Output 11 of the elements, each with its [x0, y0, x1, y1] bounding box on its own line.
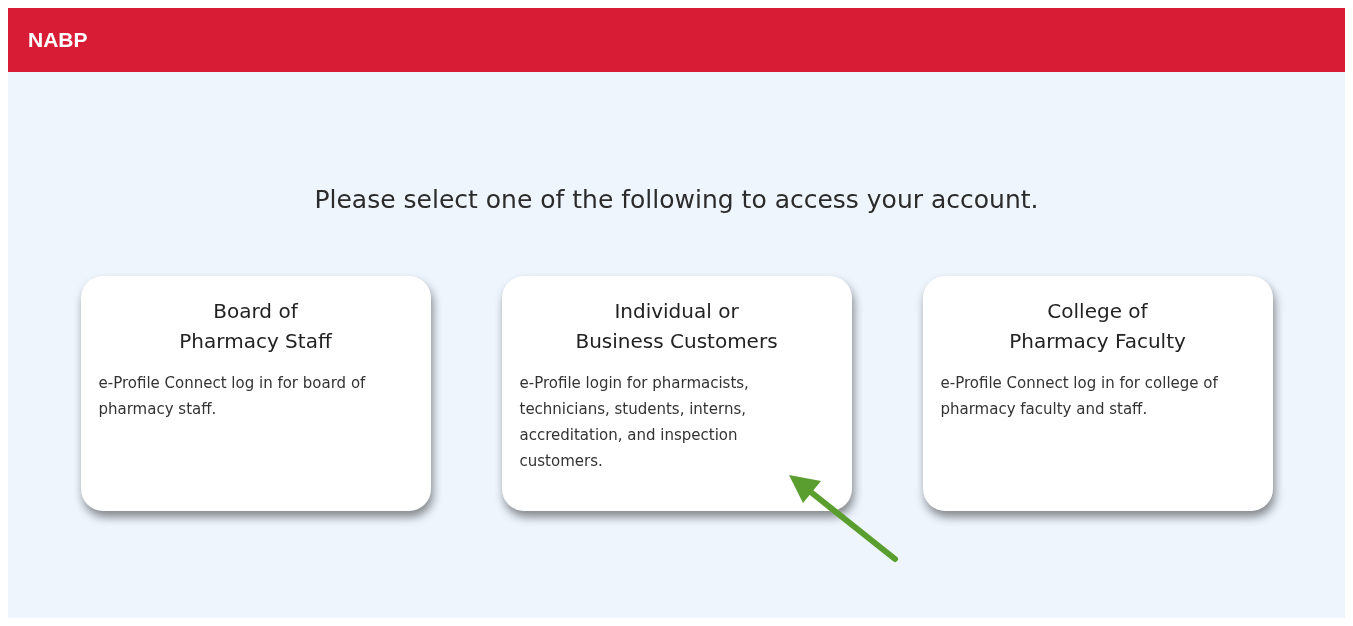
- brand-logo: NABP: [28, 28, 88, 52]
- page-heading: Please select one of the following to access your account.: [314, 185, 1039, 214]
- card-title: Individual or Business Customers: [574, 298, 779, 355]
- card-description: e-Profile Connect log in for board of pharmacy staff.: [98, 373, 367, 420]
- card-description: e-Profile login for pharmacists, technicians, students, interns, accreditation, and inspection customers.: [519, 373, 750, 472]
- card-title: Board of Pharmacy Staff: [178, 298, 334, 355]
- card-title: College of Pharmacy Faculty: [1008, 298, 1187, 355]
- card-description: e-Profile Connect log in for college of pharmacy faculty and staff.: [940, 373, 1219, 420]
- account-type-card[interactable]: Individual or Business Customers e-Profile login for pharmacists, technicians, students, interns, accreditation, and inspection customers.: [501, 276, 852, 511]
- account-type-card[interactable]: College of Pharmacy Faculty e-Profile Connect log in for college of pharmacy faculty and staff.: [922, 276, 1273, 511]
- account-type-card[interactable]: Board of Pharmacy Staff e-Profile Connect log in for board of pharmacy staff.: [80, 276, 431, 511]
